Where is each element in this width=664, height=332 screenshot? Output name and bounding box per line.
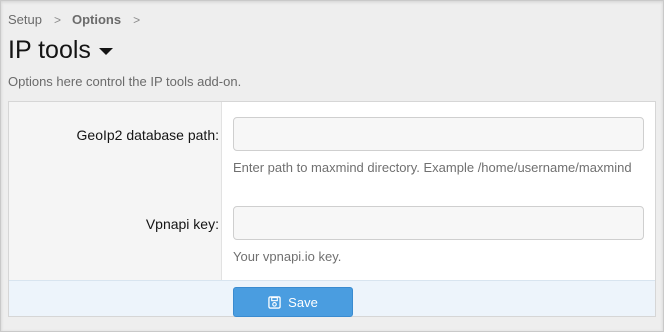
page-title: IP tools: [8, 36, 91, 64]
save-button-label: Save: [288, 294, 318, 310]
breadcrumb-item-options[interactable]: Options: [72, 12, 121, 27]
geoip2-path-label: GeoIp2 database path:: [76, 127, 219, 143]
vpnapi-key-hint: Your vpnapi.io key.: [233, 249, 342, 264]
caret-down-icon: [98, 48, 113, 55]
page-title-menu[interactable]: IP tools: [8, 36, 113, 65]
form-footer: Save: [9, 280, 655, 317]
geoip2-path-input[interactable]: [233, 117, 644, 151]
breadcrumb-item-setup[interactable]: Setup: [8, 12, 42, 27]
vpnapi-key-label: Vpnapi key:: [145, 216, 219, 232]
breadcrumb-separator: >: [53, 12, 61, 27]
geoip2-path-hint: Enter path to maxmind directory. Example…: [233, 160, 632, 175]
options-form: GeoIp2 database path: Enter path to maxm…: [8, 101, 656, 317]
save-button[interactable]: Save: [233, 287, 353, 317]
vpnapi-key-input[interactable]: [233, 206, 644, 240]
breadcrumb: Setup > Options >: [8, 12, 151, 27]
page-description: Options here control the IP tools add-on…: [8, 74, 242, 89]
floppy-disk-icon: [268, 295, 281, 309]
breadcrumb-separator: >: [133, 12, 141, 27]
